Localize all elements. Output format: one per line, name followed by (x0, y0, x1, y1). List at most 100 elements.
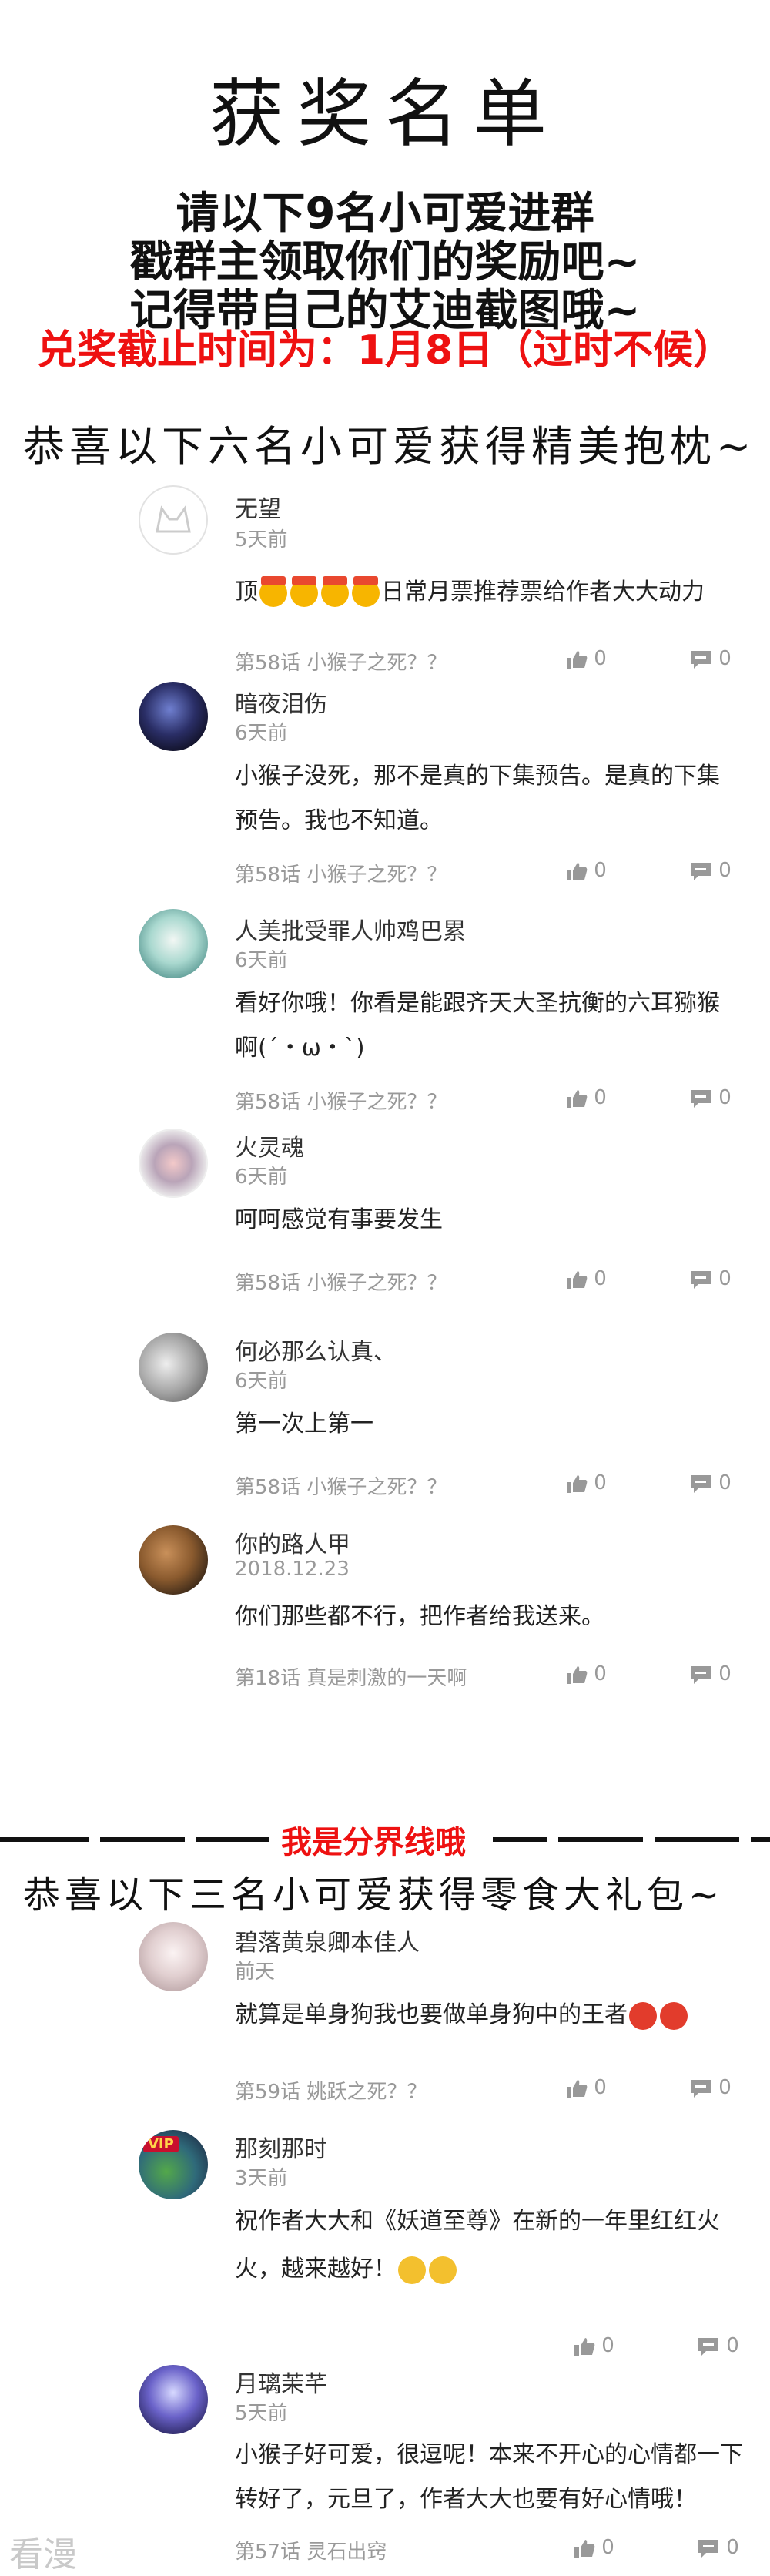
divider-dash (196, 1837, 270, 1842)
divider-dash (493, 1837, 547, 1842)
comment-text: 就算是单身狗我也要做单身狗中的王者 (235, 1993, 735, 2038)
section-title-snacks: 恭喜以下三名小可爱获得零食大礼包~ (23, 1873, 725, 1917)
comment-text: 顶 日常月票推荐票给作者大大动力 (235, 570, 735, 615)
comment-text: 看好你哦！你看是能跟齐天大圣抗衡的六耳猕猴啊(´・ω・`) (235, 990, 720, 1062)
like-count: 0 (601, 2334, 614, 2357)
user-name[interactable]: 暗夜泪伤 (235, 685, 327, 719)
user-name[interactable]: 碧落黄泉卿本佳人 (235, 1924, 420, 1957)
like-count: 0 (594, 1662, 607, 1685)
thumbs-up-icon (567, 862, 588, 880)
avatar[interactable] (139, 682, 208, 751)
comment-text: 你们那些都不行，把作者给我送来。 (235, 1603, 604, 1630)
chapter-link[interactable]: 第58话 小猴子之死？？ (235, 1471, 447, 1500)
reply-button[interactable]: 0 (689, 1471, 732, 1494)
comment-time: 5天前 (235, 528, 288, 552)
reply-count: 0 (718, 2076, 732, 2099)
like-button[interactable]: 0 (574, 2536, 614, 2559)
reply-count: 0 (718, 1267, 732, 1290)
comment-text-part: 日常月票推荐票给作者大大动力 (381, 579, 705, 605)
like-count: 0 (594, 647, 607, 670)
like-button[interactable]: 0 (566, 1267, 607, 1290)
divider-dash (558, 1837, 643, 1842)
comment-icon (698, 2539, 718, 2558)
comment-text-part: 顶 (235, 579, 258, 605)
avatar[interactable] (139, 1333, 208, 1402)
comment-time: 5天前 (235, 2402, 288, 2425)
comment-text-part: 就算是单身狗我也要做单身狗中的王者 (235, 2001, 628, 2028)
user-name[interactable]: 火灵魂 (235, 1129, 304, 1162)
avatar[interactable] (139, 1922, 208, 1991)
comment-time: 6天前 (235, 1370, 288, 1393)
smile-face-icon (398, 2256, 426, 2284)
chapter-link[interactable]: 第58话 小猴子之死？？ (235, 647, 447, 676)
user-name[interactable]: 你的路人甲 (235, 1525, 350, 1559)
reply-count: 0 (718, 647, 732, 670)
reply-button[interactable]: 0 (689, 1086, 732, 1109)
like-button[interactable]: 0 (566, 1086, 607, 1109)
like-button[interactable]: 0 (574, 2334, 614, 2357)
avatar[interactable] (139, 1129, 208, 1198)
divider-dash (654, 1837, 739, 1842)
reply-count: 0 (718, 1086, 732, 1109)
comment-time: 3天前 (235, 2167, 288, 2190)
reply-button[interactable]: 0 (689, 1267, 732, 1290)
comment-icon (691, 1089, 711, 1108)
user-name[interactable]: 那刻那时 (235, 2130, 327, 2164)
comment-icon (691, 1270, 711, 1289)
avatar[interactable] (139, 909, 208, 978)
reply-count: 0 (726, 2334, 739, 2357)
angry-face-icon (660, 2001, 688, 2030)
divider-label: 我是分界线哦 (281, 1825, 466, 1860)
page-title: 获奖名单 (209, 71, 561, 157)
thumbs-up-icon (567, 1474, 588, 1493)
chapter-link[interactable]: 第58话 小猴子之死？？ (235, 1267, 447, 1296)
avatar[interactable] (139, 2365, 208, 2434)
reply-button[interactable]: 0 (697, 2536, 739, 2559)
thumbs-up-icon (567, 650, 588, 669)
user-name[interactable]: 月璃茉芊 (235, 2365, 327, 2399)
user-name[interactable]: 无望 (235, 490, 281, 524)
chapter-link[interactable]: 第18话 真是刺激的一天啊 (235, 1662, 467, 1691)
monthly-ticket-icon (290, 575, 318, 607)
monthly-ticket-icon (321, 575, 349, 607)
comment-text: 呵呵感觉有事要发生 (235, 1206, 443, 1233)
thumbs-up-icon (567, 1270, 588, 1289)
reply-button[interactable]: 0 (689, 2076, 732, 2099)
like-count: 0 (594, 1267, 607, 1290)
comment-text-part: 祝作者大大和《妖道至尊》在新的一年里红红火火，越来越好！ (235, 2208, 720, 2283)
like-button[interactable]: 0 (566, 2076, 607, 2099)
thumbs-up-icon (567, 1089, 588, 1108)
avatar[interactable] (139, 1525, 208, 1595)
like-count: 0 (594, 1086, 607, 1109)
comment-time: 前天 (235, 1961, 276, 1984)
smile-face-icon (429, 2256, 457, 2284)
like-button[interactable]: 0 (566, 859, 607, 882)
chapter-link[interactable]: 第58话 小猴子之死？？ (235, 859, 447, 887)
like-button[interactable]: 0 (566, 1471, 607, 1494)
like-button[interactable]: 0 (566, 647, 607, 670)
avatar[interactable] (139, 485, 208, 555)
user-name[interactable]: 何必那么认真、 (235, 1333, 397, 1367)
comment-icon (691, 862, 711, 880)
user-name[interactable]: 人美批受罪人帅鸡巴累 (235, 912, 466, 946)
reply-button[interactable]: 0 (689, 647, 732, 670)
comment-text: 小猴子没死，那不是真的下集预告。是真的下集预告。我也不知道。 (235, 763, 720, 834)
deadline-notice: 兑奖截止时间为：1月8日（过时不候） (36, 327, 734, 374)
reply-button[interactable]: 0 (697, 2334, 739, 2357)
like-button[interactable]: 0 (566, 1662, 607, 1685)
comment-text: 第一次上第一 (235, 1410, 373, 1437)
chapter-link[interactable]: 第59话 姚跃之死？？ (235, 2076, 427, 2105)
thumbs-up-icon (574, 2539, 595, 2558)
reply-button[interactable]: 0 (689, 1662, 732, 1685)
chapter-link[interactable]: 第58话 小猴子之死？？ (235, 1086, 447, 1115)
divider-dash (100, 1837, 185, 1842)
reply-button[interactable]: 0 (689, 859, 732, 882)
avatar[interactable]: VIP (139, 2130, 208, 2199)
comment-time: 6天前 (235, 949, 288, 972)
chapter-link[interactable]: 第57话 灵石出窍 (235, 2536, 387, 2564)
watermark: 看漫 (9, 2535, 77, 2574)
thumbs-up-icon (567, 1665, 588, 1684)
monthly-ticket-icon (352, 575, 380, 607)
divider-dash (0, 1837, 89, 1842)
comment-text: 小猴子好可爱，很逗呢！本来不开心的心情都一下转好了，元旦了，作者大大也要有好心情… (235, 2441, 743, 2513)
